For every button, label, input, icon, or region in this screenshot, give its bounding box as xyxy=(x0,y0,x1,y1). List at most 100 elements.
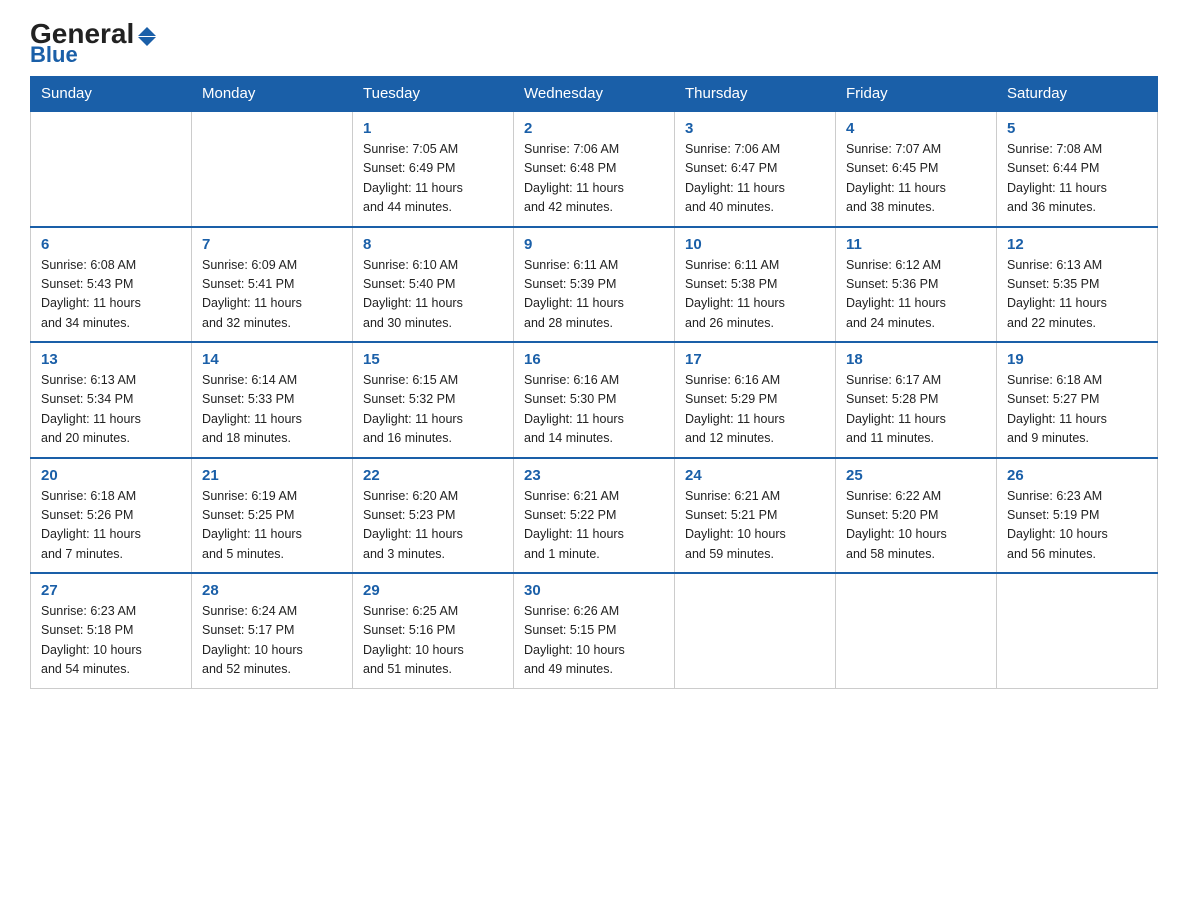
calendar-cell: 12 Sunrise: 6:13 AM Sunset: 5:35 PM Dayli… xyxy=(997,227,1158,343)
day-info: Sunrise: 6:14 AM Sunset: 5:33 PM Dayligh… xyxy=(202,371,342,449)
calendar-cell xyxy=(997,573,1158,688)
calendar-cell: 27 Sunrise: 6:23 AM Sunset: 5:18 PM Dayli… xyxy=(31,573,192,688)
day-info: Sunrise: 6:24 AM Sunset: 5:17 PM Dayligh… xyxy=(202,602,342,680)
calendar-cell: 4 Sunrise: 7:07 AM Sunset: 6:45 PM Daylig… xyxy=(836,111,997,227)
week-row-5: 27 Sunrise: 6:23 AM Sunset: 5:18 PM Dayli… xyxy=(31,573,1158,688)
calendar-cell: 5Sunrise: 7:08 AM Sunset: 6:44 PM Daylig… xyxy=(997,111,1158,227)
page-header: General Blue xyxy=(30,20,1158,66)
day-info: Sunrise: 6:11 AM Sunset: 5:38 PM Dayligh… xyxy=(685,256,825,334)
calendar-cell xyxy=(192,111,353,227)
day-number: 4 xyxy=(846,120,986,137)
day-number: 23 xyxy=(524,467,664,484)
weekday-header-wednesday: Wednesday xyxy=(514,77,675,112)
day-info: Sunrise: 6:20 AM Sunset: 5:23 PM Dayligh… xyxy=(363,487,503,565)
day-number: 13 xyxy=(41,351,181,368)
calendar-cell: 23 Sunrise: 6:21 AM Sunset: 5:22 PM Dayli… xyxy=(514,458,675,574)
calendar-cell: 29 Sunrise: 6:25 AM Sunset: 5:16 PM Dayli… xyxy=(353,573,514,688)
day-number: 10 xyxy=(685,236,825,253)
day-number: 6 xyxy=(41,236,181,253)
day-number: 15 xyxy=(363,351,503,368)
day-number: 12 xyxy=(1007,236,1147,253)
weekday-header-sunday: Sunday xyxy=(31,77,192,112)
day-info: Sunrise: 6:12 AM Sunset: 5:36 PM Dayligh… xyxy=(846,256,986,334)
day-number: 27 xyxy=(41,582,181,599)
day-info: Sunrise: 7:05 AM Sunset: 6:49 PM Dayligh… xyxy=(363,140,503,218)
week-row-1: 1 Sunrise: 7:05 AM Sunset: 6:49 PM Daylig… xyxy=(31,111,1158,227)
day-info: Sunrise: 6:13 AM Sunset: 5:34 PM Dayligh… xyxy=(41,371,181,449)
calendar-cell: 24 Sunrise: 6:21 AM Sunset: 5:21 PM Dayli… xyxy=(675,458,836,574)
day-number: 8 xyxy=(363,236,503,253)
calendar-cell: 21Sunrise: 6:19 AM Sunset: 5:25 PM Dayli… xyxy=(192,458,353,574)
week-row-4: 20 Sunrise: 6:18 AM Sunset: 5:26 PM Dayli… xyxy=(31,458,1158,574)
day-number: 29 xyxy=(363,582,503,599)
weekday-header-tuesday: Tuesday xyxy=(353,77,514,112)
calendar-cell: 1 Sunrise: 7:05 AM Sunset: 6:49 PM Daylig… xyxy=(353,111,514,227)
day-number: 2 xyxy=(524,120,664,137)
day-info: Sunrise: 6:18 AM Sunset: 5:27 PM Dayligh… xyxy=(1007,371,1147,449)
calendar-cell: 3 Sunrise: 7:06 AM Sunset: 6:47 PM Daylig… xyxy=(675,111,836,227)
day-info: Sunrise: 6:21 AM Sunset: 5:22 PM Dayligh… xyxy=(524,487,664,565)
calendar-cell: 20 Sunrise: 6:18 AM Sunset: 5:26 PM Dayli… xyxy=(31,458,192,574)
day-number: 30 xyxy=(524,582,664,599)
calendar-cell: 28 Sunrise: 6:24 AM Sunset: 5:17 PM Dayli… xyxy=(192,573,353,688)
day-number: 11 xyxy=(846,236,986,253)
calendar-cell: 15 Sunrise: 6:15 AM Sunset: 5:32 PM Dayli… xyxy=(353,342,514,458)
day-number: 17 xyxy=(685,351,825,368)
day-info: Sunrise: 6:17 AM Sunset: 5:28 PM Dayligh… xyxy=(846,371,986,449)
calendar-cell: 14 Sunrise: 6:14 AM Sunset: 5:33 PM Dayli… xyxy=(192,342,353,458)
day-info: Sunrise: 6:15 AM Sunset: 5:32 PM Dayligh… xyxy=(363,371,503,449)
calendar-cell: 7 Sunrise: 6:09 AM Sunset: 5:41 PM Daylig… xyxy=(192,227,353,343)
logo-blue-text: Blue xyxy=(30,44,156,66)
calendar-cell: 17 Sunrise: 6:16 AM Sunset: 5:29 PM Dayli… xyxy=(675,342,836,458)
day-number: 28 xyxy=(202,582,342,599)
calendar-cell: 26Sunrise: 6:23 AM Sunset: 5:19 PM Dayli… xyxy=(997,458,1158,574)
calendar-cell: 6 Sunrise: 6:08 AM Sunset: 5:43 PM Daylig… xyxy=(31,227,192,343)
day-info: Sunrise: 6:19 AM Sunset: 5:25 PM Dayligh… xyxy=(202,487,342,565)
calendar-cell: 22 Sunrise: 6:20 AM Sunset: 5:23 PM Dayli… xyxy=(353,458,514,574)
calendar-table: SundayMondayTuesdayWednesdayThursdayFrid… xyxy=(30,76,1158,689)
calendar-cell: 16 Sunrise: 6:16 AM Sunset: 5:30 PM Dayli… xyxy=(514,342,675,458)
day-info: Sunrise: 6:23 AM Sunset: 5:18 PM Dayligh… xyxy=(41,602,181,680)
day-number: 24 xyxy=(685,467,825,484)
day-number: 7 xyxy=(202,236,342,253)
day-info: Sunrise: 6:25 AM Sunset: 5:16 PM Dayligh… xyxy=(363,602,503,680)
day-info: Sunrise: 6:22 AM Sunset: 5:20 PM Dayligh… xyxy=(846,487,986,565)
day-info: Sunrise: 7:06 AM Sunset: 6:48 PM Dayligh… xyxy=(524,140,664,218)
calendar-cell xyxy=(31,111,192,227)
day-number: 3 xyxy=(685,120,825,137)
calendar-cell xyxy=(675,573,836,688)
day-number: 20 xyxy=(41,467,181,484)
day-info: Sunrise: 7:07 AM Sunset: 6:45 PM Dayligh… xyxy=(846,140,986,218)
calendar-cell: 25 Sunrise: 6:22 AM Sunset: 5:20 PM Dayli… xyxy=(836,458,997,574)
day-number: 25 xyxy=(846,467,986,484)
day-info: Sunrise: 6:26 AM Sunset: 5:15 PM Dayligh… xyxy=(524,602,664,680)
calendar-cell: 30 Sunrise: 6:26 AM Sunset: 5:15 PM Dayli… xyxy=(514,573,675,688)
day-number: 18 xyxy=(846,351,986,368)
day-info: Sunrise: 6:13 AM Sunset: 5:35 PM Dayligh… xyxy=(1007,256,1147,334)
calendar-cell: 8 Sunrise: 6:10 AM Sunset: 5:40 PM Daylig… xyxy=(353,227,514,343)
day-info: Sunrise: 6:18 AM Sunset: 5:26 PM Dayligh… xyxy=(41,487,181,565)
calendar-cell: 19Sunrise: 6:18 AM Sunset: 5:27 PM Dayli… xyxy=(997,342,1158,458)
calendar-cell: 2 Sunrise: 7:06 AM Sunset: 6:48 PM Daylig… xyxy=(514,111,675,227)
day-number: 16 xyxy=(524,351,664,368)
day-number: 14 xyxy=(202,351,342,368)
day-info: Sunrise: 6:21 AM Sunset: 5:21 PM Dayligh… xyxy=(685,487,825,565)
week-row-3: 13 Sunrise: 6:13 AM Sunset: 5:34 PM Dayli… xyxy=(31,342,1158,458)
day-number: 9 xyxy=(524,236,664,253)
calendar-cell: 10 Sunrise: 6:11 AM Sunset: 5:38 PM Dayli… xyxy=(675,227,836,343)
day-info: Sunrise: 6:09 AM Sunset: 5:41 PM Dayligh… xyxy=(202,256,342,334)
day-info: Sunrise: 7:06 AM Sunset: 6:47 PM Dayligh… xyxy=(685,140,825,218)
day-info: Sunrise: 6:16 AM Sunset: 5:30 PM Dayligh… xyxy=(524,371,664,449)
day-info: Sunrise: 6:08 AM Sunset: 5:43 PM Dayligh… xyxy=(41,256,181,334)
day-info: Sunrise: 6:16 AM Sunset: 5:29 PM Dayligh… xyxy=(685,371,825,449)
day-info: Sunrise: 6:10 AM Sunset: 5:40 PM Dayligh… xyxy=(363,256,503,334)
day-info: Sunrise: 6:23 AM Sunset: 5:19 PM Dayligh… xyxy=(1007,487,1147,565)
weekday-header-thursday: Thursday xyxy=(675,77,836,112)
calendar-cell: 9Sunrise: 6:11 AM Sunset: 5:39 PM Daylig… xyxy=(514,227,675,343)
day-info: Sunrise: 7:08 AM Sunset: 6:44 PM Dayligh… xyxy=(1007,140,1147,218)
weekday-header-monday: Monday xyxy=(192,77,353,112)
calendar-cell: 18 Sunrise: 6:17 AM Sunset: 5:28 PM Dayli… xyxy=(836,342,997,458)
calendar-cell xyxy=(836,573,997,688)
day-number: 22 xyxy=(363,467,503,484)
day-number: 1 xyxy=(363,120,503,137)
